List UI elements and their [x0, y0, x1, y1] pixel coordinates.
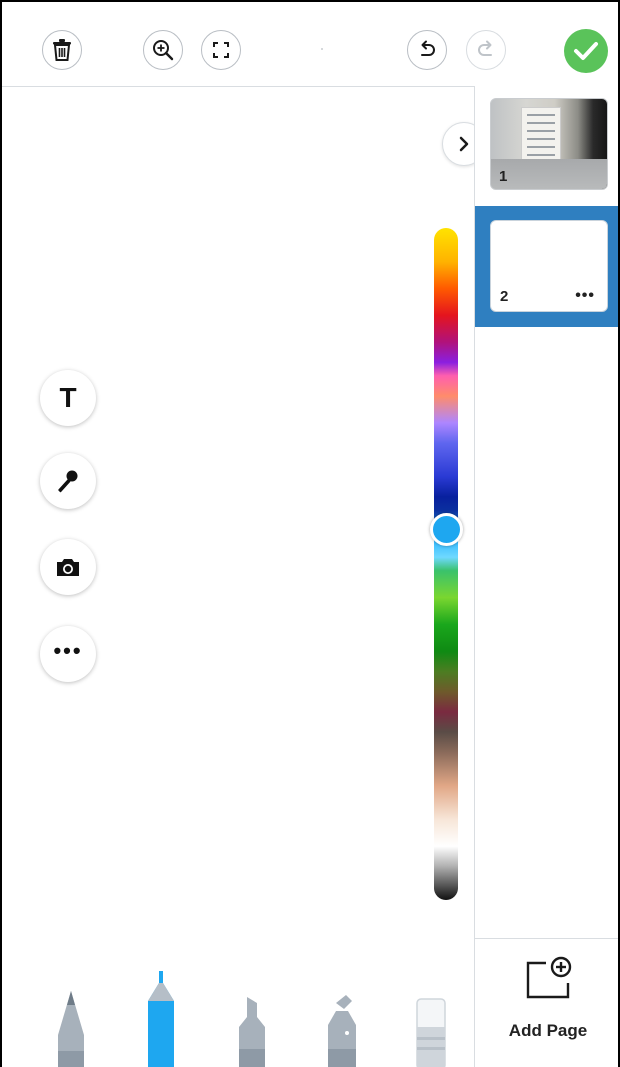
add-page-label: Add Page [508, 1021, 588, 1040]
page-number: 2 [500, 288, 509, 305]
more-icon: ••• [53, 638, 83, 663]
page-thumbnail-1[interactable]: 1 [490, 98, 608, 190]
eraser-tool[interactable] [416, 997, 446, 1067]
redo-button[interactable] [466, 30, 506, 70]
pencil-tool[interactable] [54, 989, 88, 1067]
add-page-icon [526, 956, 572, 999]
color-spectrum-slider[interactable] [434, 228, 458, 900]
text-tool-button[interactable]: T [40, 370, 96, 426]
fit-screen-button[interactable] [201, 30, 241, 70]
marker-tool[interactable] [144, 971, 178, 1067]
record-audio-button[interactable] [40, 453, 96, 509]
pen-tray [2, 962, 474, 1067]
microphone-icon [58, 470, 78, 493]
check-icon [574, 42, 598, 60]
undo-button[interactable] [407, 30, 447, 70]
page-number: 1 [499, 168, 508, 185]
redo-icon [478, 40, 492, 56]
camera-button[interactable] [40, 539, 96, 595]
page-options-button[interactable]: ••• [575, 287, 595, 305]
fullscreen-icon [213, 42, 229, 58]
thumbnail-photo-surface [491, 159, 607, 189]
highlighter-tool[interactable] [235, 997, 269, 1067]
text-icon: T [59, 382, 77, 413]
app-frame: T ••• 1 2 ••• Add Page [0, 0, 620, 1067]
thumbnail-photo-document [521, 107, 561, 165]
color-slider-handle[interactable] [430, 513, 463, 546]
undo-icon [421, 40, 435, 56]
done-button[interactable] [564, 29, 608, 73]
toolbar-divider-dot [321, 48, 323, 50]
selected-page-highlight: 2 ••• [475, 206, 618, 327]
pages-sidebar: 1 2 ••• Add Page [474, 86, 618, 1067]
trash-icon [53, 39, 71, 61]
chevron-right-icon [459, 136, 469, 152]
top-toolbar [2, 2, 618, 87]
zoom-in-icon [153, 40, 174, 61]
camera-icon [57, 559, 79, 576]
special-pen-tool[interactable] [324, 993, 360, 1067]
page-thumbnail-2[interactable]: 2 ••• [490, 220, 608, 312]
delete-button[interactable] [42, 30, 82, 70]
zoom-button[interactable] [143, 30, 183, 70]
add-page-button[interactable]: Add Page [475, 938, 618, 1067]
more-tools-button[interactable]: ••• [40, 626, 96, 682]
